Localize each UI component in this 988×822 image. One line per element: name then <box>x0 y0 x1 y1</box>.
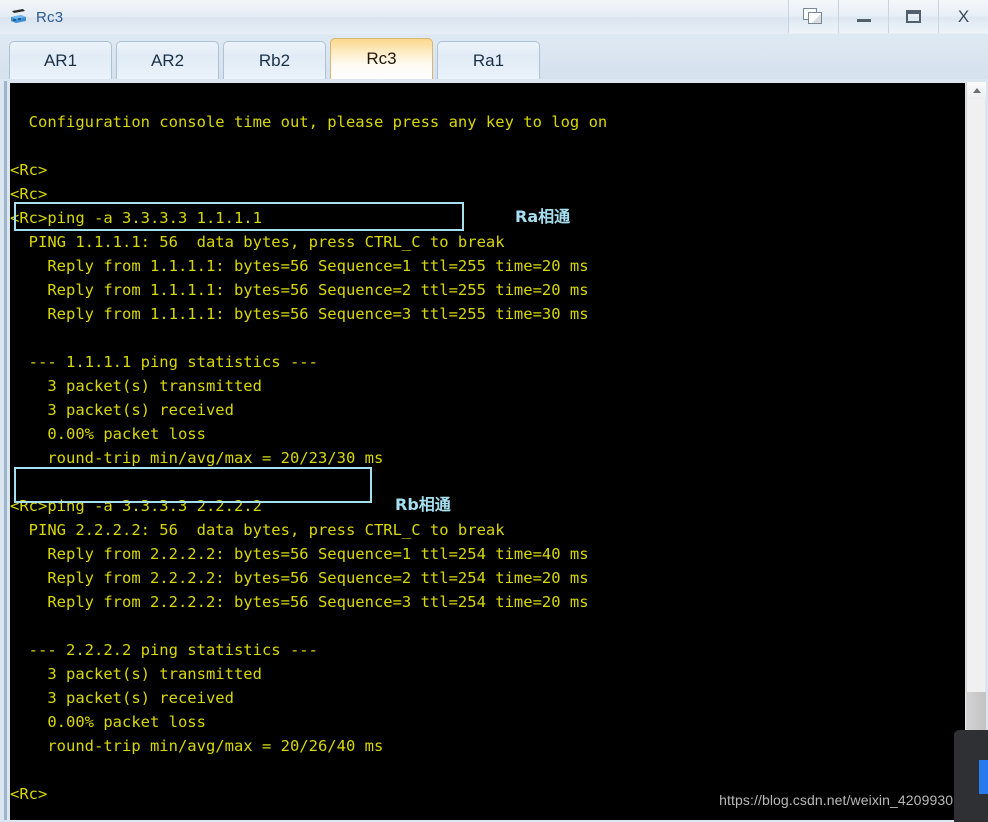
console-line: Reply from 1.1.1.1: bytes=56 Sequence=2 … <box>10 281 589 299</box>
console-line: Reply from 1.1.1.1: bytes=56 Sequence=3 … <box>10 305 589 323</box>
floating-widget-accent <box>979 760 988 794</box>
console-line: 3 packet(s) transmitted <box>10 665 262 683</box>
console-line: <Rc> <box>10 185 48 203</box>
console-line: PING 1.1.1.1: 56 data bytes, press CTRL_… <box>10 233 505 251</box>
floating-widget[interactable] <box>954 730 988 822</box>
console-line: 0.00% packet loss <box>10 713 206 731</box>
console-line: <Rc>ping -a 3.3.3.3 2.2.2.2 <box>10 497 262 515</box>
console-line: <Rc> <box>10 161 48 179</box>
tab-ra1[interactable]: Ra1 <box>437 41 540 79</box>
console-line: <Rc>ping -a 3.3.3.3 1.1.1.1 <box>10 209 262 227</box>
tab-label: Ra1 <box>472 50 505 70</box>
close-button[interactable]: X <box>938 0 988 33</box>
vertical-scrollbar[interactable] <box>966 82 986 817</box>
console-line: 0.00% packet loss <box>10 425 206 443</box>
console-line: 3 packet(s) received <box>10 401 234 419</box>
console-line: 3 packet(s) transmitted <box>10 377 262 395</box>
scroll-up-arrow-icon[interactable] <box>967 82 986 99</box>
console-line: Configuration console time out, please p… <box>10 113 608 131</box>
maximize-icon <box>906 10 921 23</box>
console-line: --- 2.2.2.2 ping statistics --- <box>10 641 318 659</box>
console-line: 3 packet(s) received <box>10 689 234 707</box>
tab-label: Rb2 <box>258 50 291 70</box>
console-line: Reply from 1.1.1.1: bytes=56 Sequence=1 … <box>10 257 589 275</box>
title-bar: Rc3 X <box>0 0 988 35</box>
console-line: PING 2.2.2.2: 56 data bytes, press CTRL_… <box>10 521 505 539</box>
console-line: Reply from 2.2.2.2: bytes=56 Sequence=3 … <box>10 593 589 611</box>
tab-rb2[interactable]: Rb2 <box>223 41 326 79</box>
annotation-rb: Rb相通 <box>395 495 451 514</box>
tab-label: AR2 <box>150 50 185 70</box>
watermark: https://blog.csdn.net/weixin_42099301 <box>719 792 961 808</box>
terminal-window: Rc3 X AR1 AR2 Rb2 Rc3 Ra1 Configuration … <box>0 0 988 822</box>
console-line: round-trip min/avg/max = 20/23/30 ms <box>10 449 384 467</box>
annotation-ra: Ra相通 <box>515 207 571 226</box>
cascade-windows-icon <box>802 7 825 26</box>
console-line: round-trip min/avg/max = 20/26/40 ms <box>10 737 384 755</box>
device-tab-bar: AR1 AR2 Rb2 Rc3 Ra1 <box>0 34 988 79</box>
tab-rc3[interactable]: Rc3 <box>330 38 433 79</box>
close-icon: X <box>957 7 970 26</box>
console-line: Reply from 2.2.2.2: bytes=56 Sequence=2 … <box>10 569 589 587</box>
minimize-button[interactable] <box>838 0 888 33</box>
tab-label: Rc3 <box>366 49 397 68</box>
cli-console[interactable]: Configuration console time out, please p… <box>10 83 965 820</box>
maximize-button[interactable] <box>888 0 938 33</box>
tab-label: AR1 <box>43 50 78 70</box>
tab-ar1[interactable]: AR1 <box>9 41 112 79</box>
cascade-windows-button[interactable] <box>788 0 838 33</box>
console-output: Configuration console time out, please p… <box>10 83 965 806</box>
window-controls: X <box>788 0 988 33</box>
window-title: Rc3 <box>36 8 64 26</box>
router-icon <box>8 6 30 28</box>
console-line: Reply from 2.2.2.2: bytes=56 Sequence=1 … <box>10 545 589 563</box>
minimize-icon <box>856 11 872 23</box>
tab-ar2[interactable]: AR2 <box>116 41 219 79</box>
terminal-frame: Configuration console time out, please p… <box>0 79 988 822</box>
console-line: --- 1.1.1.1 ping statistics --- <box>10 353 318 371</box>
